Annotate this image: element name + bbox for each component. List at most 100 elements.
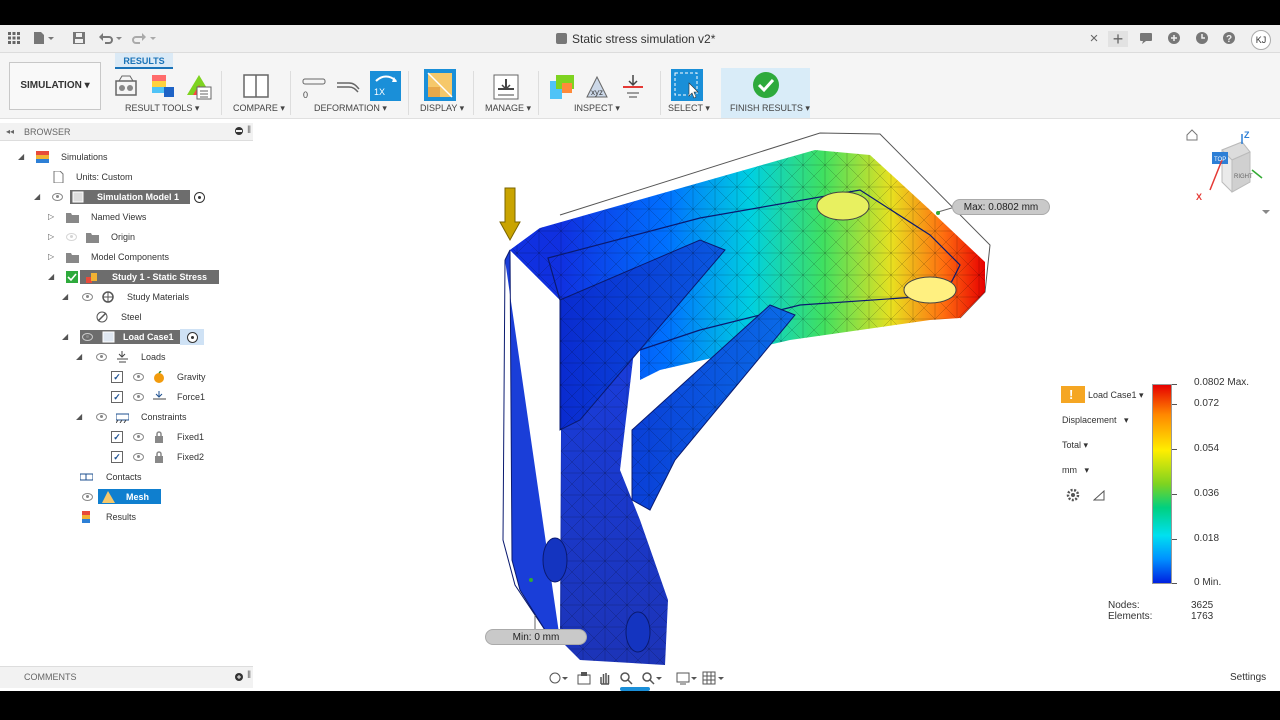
tree-item-load-case[interactable]: ◢ Load Case1 [0,328,253,346]
deformation-zero-icon[interactable]: 0 [300,73,328,101]
visibility-eye-icon[interactable] [82,293,93,301]
comments-resize-icon[interactable]: ‖ [247,670,251,681]
finish-results-icon[interactable] [751,70,781,100]
expand-triangle-icon[interactable]: ◢ [62,332,72,342]
legend-ramp-icon[interactable] [1092,489,1105,504]
collapse-triangle-icon[interactable]: ▷ [48,232,58,242]
warning-badge[interactable]: ! [1061,386,1085,403]
expand-triangle-icon[interactable]: ◢ [18,152,28,162]
tree-item-fixed2[interactable]: ✓ Fixed2 [0,448,253,466]
measure-xyz-icon[interactable]: xyz [583,73,611,101]
tree-item-origin[interactable]: ▷ Origin [0,228,253,246]
legend-settings-gear-icon[interactable] [1066,488,1080,505]
section-analysis-icon[interactable] [619,73,647,101]
orbit-icon[interactable] [548,671,568,688]
activate-radio-icon[interactable] [187,332,198,343]
activate-radio-icon[interactable] [194,192,205,203]
zoom-icon[interactable] [619,671,633,688]
gravity-checkbox[interactable]: ✓ [111,371,123,383]
deformation-group-label[interactable]: DEFORMATION ▾ [314,103,387,114]
tree-item-steel[interactable]: Steel [0,308,253,326]
collapse-triangle-icon[interactable]: ▷ [48,212,58,222]
tree-item-results[interactable]: Results [0,508,253,526]
load-case-dropdown[interactable]: Load Case1 ▾ [1088,390,1144,401]
expand-triangle-icon[interactable]: ◢ [76,352,86,362]
display-icon[interactable] [424,69,456,101]
visibility-hidden-eye-icon[interactable] [66,233,77,241]
visibility-eye-icon[interactable] [133,433,144,441]
visibility-eye-icon[interactable] [96,353,107,361]
result-plot-icon[interactable] [150,73,178,101]
tree-item-loads[interactable]: ◢ Loads [0,348,253,366]
visibility-eye-icon[interactable] [133,453,144,461]
look-at-icon[interactable] [577,671,591,688]
tree-item-units[interactable]: Units: Custom [0,168,253,186]
select-icon[interactable] [671,69,703,101]
unit-dropdown[interactable]: mm ▾ [1062,465,1089,476]
grid-settings-icon[interactable] [702,671,726,688]
tree-item-study[interactable]: ◢ Study 1 - Static Stress [0,268,253,286]
tree-item-simulations[interactable]: ◢ Simulations [0,148,253,166]
browser-resize-icon[interactable]: ‖ [247,125,251,136]
notifications-icon[interactable] [1138,31,1154,47]
document-tab[interactable]: Static stress simulation v2* [556,32,715,46]
clock-icon[interactable] [1194,31,1210,47]
result-tools-group-label[interactable]: RESULT TOOLS ▾ [125,103,199,114]
inspect-group-label[interactable]: INSPECT ▾ [574,103,620,114]
tree-item-simulation-model[interactable]: ◢ Simulation Model 1 [0,188,253,206]
undo-icon[interactable] [98,31,122,47]
result-type-dropdown[interactable]: Displacement ▾ [1062,415,1129,426]
close-tab-icon[interactable]: × [1086,31,1102,47]
probe-icon[interactable] [113,73,141,101]
compare-icon[interactable] [242,73,270,101]
expand-triangle-icon[interactable]: ◢ [62,292,72,302]
tree-item-gravity[interactable]: ✓ Gravity [0,368,253,386]
workspace-switcher[interactable]: SIMULATION ▾ [9,62,101,110]
display-group-label[interactable]: DISPLAY ▾ [420,103,464,114]
finish-results-group-label[interactable]: FINISH RESULTS ▾ [730,103,810,114]
comments-add-icon[interactable] [234,672,244,684]
new-tab-icon[interactable]: + [1108,30,1128,48]
browser-pin-icon[interactable] [234,126,244,138]
tab-results[interactable]: RESULTS [115,53,173,69]
compare-group-label[interactable]: COMPARE ▾ [233,103,285,114]
fixed2-checkbox[interactable]: ✓ [111,451,123,463]
force-checkbox[interactable]: ✓ [111,391,123,403]
file-menu-icon[interactable] [32,31,54,47]
manage-group-label[interactable]: MANAGE ▾ [485,103,531,114]
deformation-actual-icon[interactable]: 1X [370,71,401,101]
help-icon[interactable]: ? [1221,31,1237,47]
tree-item-named-views[interactable]: ▷ Named Views [0,208,253,226]
visibility-eye-icon[interactable] [133,393,144,401]
max-value-label[interactable]: Max: 0.0802 mm [952,199,1050,215]
tree-item-fixed1[interactable]: ✓ Fixed1 [0,428,253,446]
display-settings-icon[interactable] [676,671,698,688]
legend-options-icon[interactable] [185,73,213,101]
pan-hand-icon[interactable] [598,671,612,688]
tree-item-force[interactable]: ✓ Force1 [0,388,253,406]
collapse-triangle-icon[interactable]: ▷ [48,252,58,262]
select-group-label[interactable]: SELECT ▾ [668,103,710,114]
app-grid-icon[interactable] [6,31,22,47]
visibility-eye-icon[interactable] [96,413,107,421]
visibility-eye-icon[interactable] [82,493,93,501]
save-icon[interactable] [71,31,87,47]
expand-triangle-icon[interactable]: ◢ [48,272,58,282]
expand-triangle-icon[interactable]: ◢ [34,192,44,202]
user-avatar[interactable]: KJ [1251,30,1271,50]
zoom-window-icon[interactable] [641,671,663,688]
fixed1-checkbox[interactable]: ✓ [111,431,123,443]
job-status-icon[interactable] [1166,31,1182,47]
min-value-label[interactable]: Min: 0 mm [485,629,587,645]
tree-item-study-materials[interactable]: ◢ Study Materials [0,288,253,306]
deformation-adjusted-icon[interactable] [335,73,363,101]
tree-item-constraints[interactable]: ◢ Constraints [0,408,253,426]
component-dropdown[interactable]: Total ▾ [1062,440,1088,451]
expand-triangle-icon[interactable]: ◢ [76,412,86,422]
comments-panel[interactable]: COMMENTS ‖ [0,666,253,688]
redo-icon[interactable] [132,31,156,47]
view-cube[interactable]: TOP RIGHT Z X [1190,130,1280,215]
visibility-eye-icon[interactable] [133,373,144,381]
settings-link[interactable]: Settings [1230,672,1266,683]
inspect-plot-icon[interactable] [548,73,576,101]
